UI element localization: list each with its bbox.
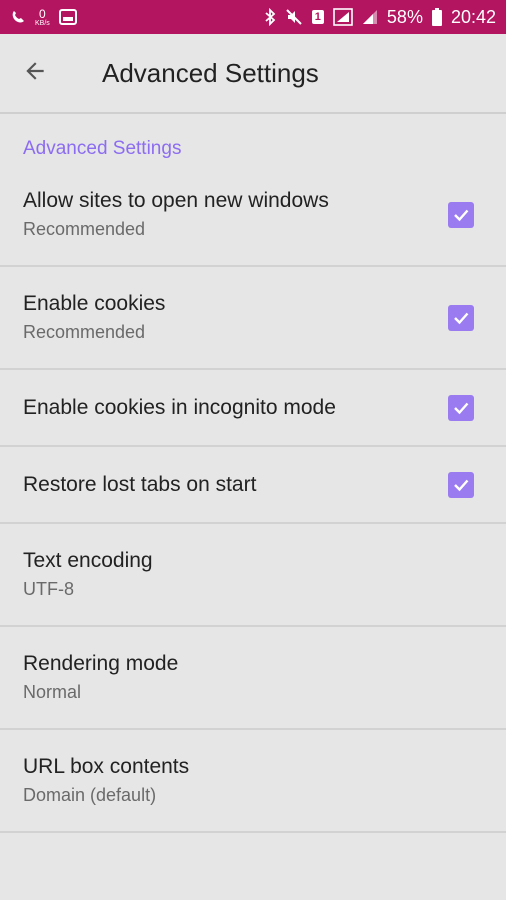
settings-list: Advanced Settings Allow sites to open ne… [0,114,506,833]
checkbox-restore-tabs[interactable] [448,471,474,498]
setting-label: Rendering mode [23,652,179,675]
toolbar: Advanced Settings [0,34,506,114]
setting-text-encoding[interactable]: Text encoding UTF-8 [0,524,506,627]
signal-box-icon [333,8,353,26]
gallery-icon [58,9,77,25]
battery-icon [431,8,442,26]
network-speed-value: 0 [39,6,46,21]
sim-slot-badge: 1 [311,10,324,24]
signal-strength-icon [362,9,378,25]
setting-restore-tabs[interactable]: Restore lost tabs on start [0,447,506,524]
call-icon [10,9,26,25]
status-bar: 0 KB/s 1 58% 20:42 [0,0,506,34]
setting-label: Enable cookies in incognito mode [23,395,336,419]
setting-rendering-mode[interactable]: Rendering mode Normal [0,627,506,730]
setting-summary: Recommended [23,322,146,342]
page-title: Advanced Settings [102,57,319,88]
checkbox-allow-new-windows[interactable] [448,201,474,228]
setting-value: Domain (default) [23,785,157,805]
section-header: Advanced Settings [23,138,182,159]
check-icon [454,402,469,414]
setting-allow-new-windows[interactable]: Allow sites to open new windows Recommen… [0,164,506,267]
setting-label: Allow sites to open new windows [23,189,329,212]
setting-value: UTF-8 [23,579,74,599]
checkbox-enable-cookies[interactable] [448,304,474,331]
setting-label: Restore lost tabs on start [23,472,257,496]
bluetooth-icon [264,8,276,26]
clock-time: 20:42 [450,6,496,27]
setting-label: Enable cookies [23,292,166,315]
arrow-back-icon [22,58,48,89]
setting-url-box-contents[interactable]: URL box contents Domain (default) [0,730,506,833]
setting-cookies-incognito[interactable]: Enable cookies in incognito mode [0,370,506,447]
check-icon [454,209,469,221]
check-icon [454,312,469,324]
checkbox-cookies-incognito[interactable] [448,394,474,421]
network-speed: 0 KB/s [35,8,50,27]
setting-summary: Recommended [23,219,146,239]
setting-label: Text encoding [23,549,153,572]
setting-value: Normal [23,682,82,702]
mute-icon [285,8,303,26]
battery-percent: 58% [386,6,423,27]
setting-label: URL box contents [23,755,190,778]
back-button[interactable] [0,33,70,113]
network-speed-unit: KB/s [35,19,50,27]
setting-enable-cookies[interactable]: Enable cookies Recommended [0,267,506,370]
check-icon [454,479,469,491]
